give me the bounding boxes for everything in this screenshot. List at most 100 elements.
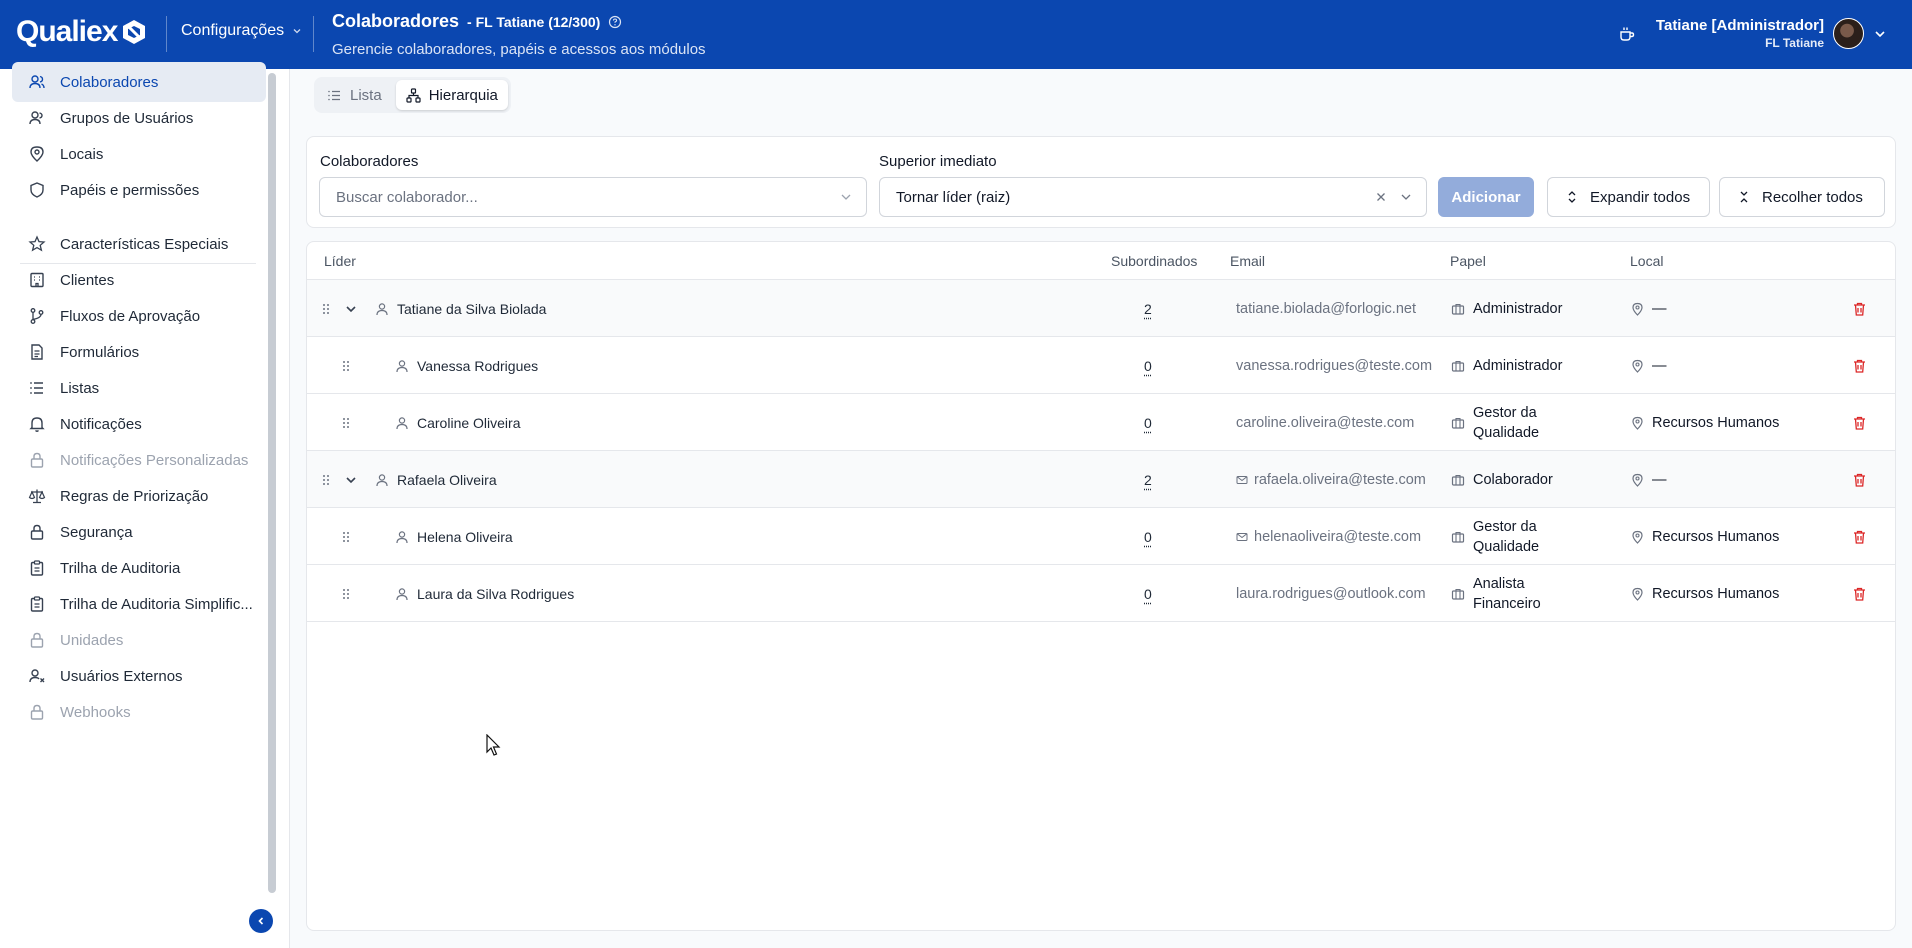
drag-handle-icon[interactable] (321, 303, 331, 315)
table-row[interactable]: Caroline Oliveira 0 caroline.oliveira@test… (307, 394, 1895, 451)
sidebar-scrollbar[interactable] (268, 73, 276, 893)
sidebar-item[interactable]: Colaboradores (12, 62, 266, 102)
lock-icon (30, 704, 44, 720)
user-icon (396, 416, 408, 429)
sidebar: Colaboradores Grupos de Usuários Locais Pap… (0, 62, 290, 948)
subordinates-count[interactable]: 2 (1144, 472, 1152, 488)
superior-select[interactable]: Tornar líder (raiz) (879, 177, 1427, 217)
table-row[interactable]: Laura da Silva Rodrigues 0 laura.rodrigues… (307, 565, 1895, 622)
mail-icon (1236, 532, 1248, 541)
drag-handle-icon[interactable] (341, 531, 351, 543)
tab-label: Hierarquia (428, 86, 498, 104)
logo-cube-icon (123, 20, 146, 44)
coffee-icon[interactable] (1618, 25, 1636, 43)
subordinates-count[interactable]: 0 (1144, 358, 1152, 374)
trash-icon[interactable] (1852, 415, 1867, 431)
map-pin-icon (1632, 416, 1643, 430)
role-value: Gestor da Qualidade (1473, 404, 1540, 441)
user-icon (396, 587, 408, 600)
map-pin-icon (1632, 530, 1643, 544)
expand-all-button[interactable]: Expandir todos (1547, 177, 1710, 217)
drag-handle-icon[interactable] (341, 360, 351, 372)
table-row[interactable]: Rafaela Oliveira 2 rafaela.oliveira@teste.… (307, 451, 1895, 508)
sidebar-item[interactable]: Trilha de Auditoria Simplific... (12, 584, 266, 624)
sidebar-item[interactable]: Trilha de Auditoria (12, 548, 266, 588)
sidebar-item[interactable]: Segurança (12, 512, 266, 552)
add-button[interactable]: Adicionar (1438, 177, 1534, 217)
sidebar-item[interactable]: Grupos de Usuários (12, 98, 266, 138)
collaborator-name: Vanessa Rodrigues (417, 357, 539, 374)
column-email: Email (1230, 253, 1266, 269)
subordinates-count[interactable]: 0 (1144, 529, 1152, 545)
column-subordinados: Subordinados (1111, 253, 1198, 269)
sidebar-item-label: Papéis e permissões (60, 181, 200, 199)
sidebar-item[interactable]: Usuários Externos (12, 656, 266, 696)
sidebar-item-label: Fluxos de Aprovação (60, 307, 201, 325)
trash-icon[interactable] (1852, 529, 1867, 545)
list-icon (30, 382, 43, 394)
drag-handle-icon[interactable] (341, 417, 351, 429)
sidebar-item[interactable]: Listas (12, 368, 266, 408)
colaborador-search-select[interactable]: Buscar colaborador... (319, 177, 867, 217)
briefcase-icon (1451, 417, 1465, 429)
chevron-down-icon[interactable] (1874, 28, 1886, 40)
sidebar-item[interactable]: Clientes (12, 260, 266, 300)
collaborator-name: Laura da Silva Rodrigues (417, 585, 575, 602)
help-circle-icon[interactable] (608, 15, 622, 29)
trash-icon[interactable] (1852, 472, 1867, 488)
users-icon (29, 75, 45, 89)
column-local: Local (1630, 253, 1664, 269)
clear-icon[interactable] (1376, 192, 1386, 202)
chevron-down-icon[interactable] (345, 474, 357, 486)
page-title: Colaboradores (332, 11, 460, 31)
sidebar-item[interactable]: Características Especiais (12, 224, 266, 264)
tab-lista[interactable]: Lista (317, 80, 392, 110)
trash-icon[interactable] (1852, 358, 1867, 374)
module-label: Configurações (181, 22, 285, 39)
sidebar-item[interactable]: Formulários (12, 332, 266, 372)
location-value: — (1652, 357, 1667, 374)
role-value: Colaborador (1473, 471, 1553, 488)
subordinates-count[interactable]: 2 (1144, 301, 1152, 317)
lock-icon (30, 632, 44, 648)
sidebar-item[interactable]: Locais (12, 134, 266, 174)
briefcase-icon (1451, 474, 1465, 486)
sidebar-item[interactable]: Fluxos de Aprovação (12, 296, 266, 336)
list-icon (328, 90, 340, 100)
trash-icon[interactable] (1852, 586, 1867, 602)
location-value: — (1652, 471, 1667, 488)
sidebar-item-label: Notificações (60, 415, 142, 433)
trash-icon[interactable] (1852, 301, 1867, 317)
role-value: Administrador (1473, 300, 1563, 317)
table-row[interactable]: Tatiane da Silva Biolada 2 tatiane.biolada… (307, 280, 1895, 337)
module-selector[interactable]: Configurações (181, 22, 302, 40)
briefcase-icon (1451, 588, 1465, 600)
qualiex-logo[interactable]: Qualiex (16, 14, 148, 50)
sidebar-item[interactable]: Notificações (12, 404, 266, 444)
subordinates-count[interactable]: 0 (1144, 586, 1152, 602)
sidebar-item-label: Colaboradores (60, 73, 159, 91)
superior-value: Tornar líder (raiz) (896, 188, 1011, 206)
mouse-cursor-icon (486, 734, 501, 756)
briefcase-icon (1451, 531, 1465, 543)
tab-hierarquia[interactable]: Hierarquia (395, 80, 508, 110)
sidebar-item: Webhooks (12, 692, 266, 732)
avatar[interactable] (1833, 18, 1864, 49)
sidebar-item[interactable]: Regras de Priorização (12, 476, 266, 516)
column-papel: Papel (1450, 253, 1486, 269)
chevron-down-icon[interactable] (345, 303, 357, 315)
email-value: laura.rodrigues@outlook.com (1236, 585, 1426, 602)
user-icon (396, 530, 408, 543)
view-tabs: Lista Hierarquia (314, 77, 511, 113)
user-menu[interactable]: Tatiane [Administrador] FL Tatiane (1656, 17, 1824, 50)
tab-label: Lista (350, 86, 382, 104)
drag-handle-icon[interactable] (321, 474, 331, 486)
table-row[interactable]: Helena Oliveira 0 helenaoliveira@teste.com… (307, 508, 1895, 565)
drag-handle-icon[interactable] (341, 588, 351, 600)
table-row[interactable]: Vanessa Rodrigues 0 vanessa.rodrigues@test… (307, 337, 1895, 394)
collapse-all-button[interactable]: Recolher todos (1719, 177, 1885, 217)
sidebar-item: Notificações Personalizadas (12, 440, 266, 480)
sidebar-item[interactable]: Papéis e permissões (12, 170, 266, 210)
collapse-sidebar-button[interactable] (249, 909, 273, 933)
subordinates-count[interactable]: 0 (1144, 415, 1152, 431)
